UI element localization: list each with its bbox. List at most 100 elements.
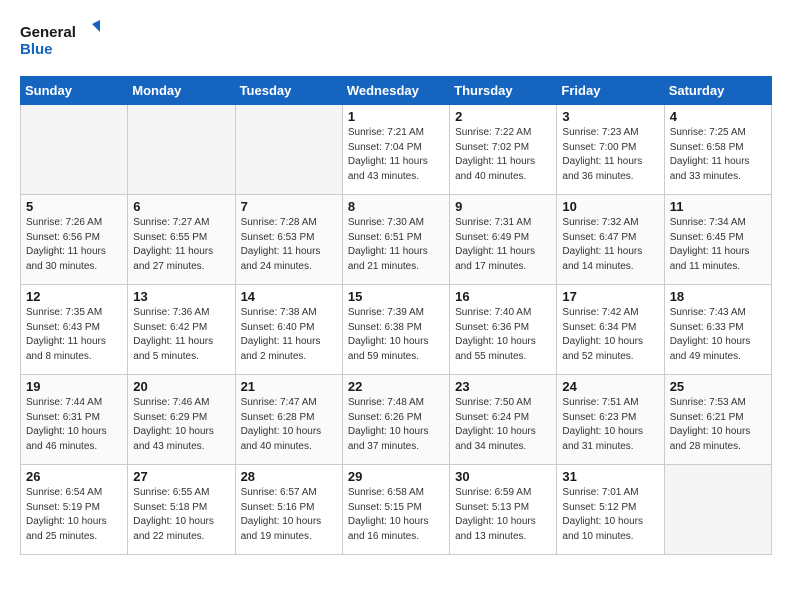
calendar-cell: 25 Sunrise: 7:53 AMSunset: 6:21 PMDayligh… [664, 375, 771, 465]
calendar-cell: 10 Sunrise: 7:32 AMSunset: 6:47 PMDayligh… [557, 195, 664, 285]
day-number: 8 [348, 199, 444, 214]
svg-text:Blue: Blue [20, 41, 53, 58]
svg-text:General: General [20, 24, 76, 41]
weekday-header: Sunday [21, 77, 128, 105]
day-info: Sunrise: 6:57 AMSunset: 5:16 PMDaylight:… [241, 486, 337, 544]
calendar-cell: 23 Sunrise: 7:50 AMSunset: 6:24 PMDayligh… [450, 375, 557, 465]
weekday-header-row: SundayMondayTuesdayWednesdayThursdayFrid… [21, 77, 772, 105]
calendar-cell: 20Sunrise: 7:46 AMSunset: 6:29 PMDayligh… [128, 375, 235, 465]
day-number: 15 [348, 289, 444, 304]
day-number: 4 [670, 109, 766, 124]
calendar-cell: 8 Sunrise: 7:30 AMSunset: 6:51 PMDaylight… [342, 195, 449, 285]
day-number: 24 [562, 379, 658, 394]
calendar-cell: 7 Sunrise: 7:28 AMSunset: 6:53 PMDaylight… [235, 195, 342, 285]
day-number: 6 [133, 199, 229, 214]
day-info: Sunrise: 7:36 AMSunset: 6:42 PMDaylight:… [133, 306, 229, 364]
day-info: Sunrise: 7:50 AMSunset: 6:24 PMDaylight:… [455, 396, 551, 454]
calendar-cell: 1 Sunrise: 7:21 AMSunset: 7:04 PMDaylight… [342, 105, 449, 195]
day-info: Sunrise: 7:43 AMSunset: 6:33 PMDaylight:… [670, 306, 766, 364]
day-number: 21 [241, 379, 337, 394]
day-info: Sunrise: 6:54 AMSunset: 5:19 PMDaylight:… [26, 486, 122, 544]
weekday-header: Saturday [664, 77, 771, 105]
calendar-cell: 3 Sunrise: 7:23 AMSunset: 7:00 PMDaylight… [557, 105, 664, 195]
calendar-cell: 30 Sunrise: 6:59 AMSunset: 5:13 PMDayligh… [450, 465, 557, 555]
calendar-table: SundayMondayTuesdayWednesdayThursdayFrid… [20, 76, 772, 555]
day-info: Sunrise: 7:42 AMSunset: 6:34 PMDaylight:… [562, 306, 658, 364]
day-info: Sunrise: 7:30 AMSunset: 6:51 PMDaylight:… [348, 216, 444, 274]
calendar-week-row: 1 Sunrise: 7:21 AMSunset: 7:04 PMDaylight… [21, 105, 772, 195]
day-info: Sunrise: 7:39 AMSunset: 6:38 PMDaylight:… [348, 306, 444, 364]
calendar-cell [21, 105, 128, 195]
day-number: 30 [455, 469, 551, 484]
day-info: Sunrise: 7:44 AMSunset: 6:31 PMDaylight:… [26, 396, 122, 454]
day-number: 25 [670, 379, 766, 394]
day-number: 27 [133, 469, 229, 484]
day-number: 13 [133, 289, 229, 304]
day-number: 3 [562, 109, 658, 124]
calendar-cell: 13 Sunrise: 7:36 AMSunset: 6:42 PMDayligh… [128, 285, 235, 375]
day-info: Sunrise: 7:21 AMSunset: 7:04 PMDaylight:… [348, 126, 444, 184]
weekday-header: Thursday [450, 77, 557, 105]
weekday-header: Friday [557, 77, 664, 105]
day-info: Sunrise: 7:35 AMSunset: 6:43 PMDaylight:… [26, 306, 122, 364]
calendar-cell: 9Sunrise: 7:31 AMSunset: 6:49 PMDaylight… [450, 195, 557, 285]
calendar-cell: 31 Sunrise: 7:01 AMSunset: 5:12 PMDayligh… [557, 465, 664, 555]
calendar-week-row: 12 Sunrise: 7:35 AMSunset: 6:43 PMDayligh… [21, 285, 772, 375]
calendar-cell: 12 Sunrise: 7:35 AMSunset: 6:43 PMDayligh… [21, 285, 128, 375]
weekday-header: Monday [128, 77, 235, 105]
calendar-cell: 4 Sunrise: 7:25 AMSunset: 6:58 PMDaylight… [664, 105, 771, 195]
day-number: 16 [455, 289, 551, 304]
day-info: Sunrise: 7:23 AMSunset: 7:00 PMDaylight:… [562, 126, 658, 184]
day-info: Sunrise: 7:25 AMSunset: 6:58 PMDaylight:… [670, 126, 766, 184]
day-info: Sunrise: 7:46 AMSunset: 6:29 PMDaylight:… [133, 396, 229, 454]
calendar-cell [664, 465, 771, 555]
day-info: Sunrise: 7:28 AMSunset: 6:53 PMDaylight:… [241, 216, 337, 274]
day-number: 10 [562, 199, 658, 214]
calendar-cell [235, 105, 342, 195]
day-info: Sunrise: 6:58 AMSunset: 5:15 PMDaylight:… [348, 486, 444, 544]
calendar-cell: 17 Sunrise: 7:42 AMSunset: 6:34 PMDayligh… [557, 285, 664, 375]
weekday-header: Wednesday [342, 77, 449, 105]
day-info: Sunrise: 7:48 AMSunset: 6:26 PMDaylight:… [348, 396, 444, 454]
day-info: Sunrise: 7:01 AMSunset: 5:12 PMDaylight:… [562, 486, 658, 544]
calendar-cell: 26 Sunrise: 6:54 AMSunset: 5:19 PMDayligh… [21, 465, 128, 555]
day-number: 22 [348, 379, 444, 394]
day-number: 26 [26, 469, 122, 484]
calendar-cell: 22 Sunrise: 7:48 AMSunset: 6:26 PMDayligh… [342, 375, 449, 465]
day-number: 18 [670, 289, 766, 304]
day-number: 19 [26, 379, 122, 394]
day-number: 23 [455, 379, 551, 394]
calendar-cell: 27 Sunrise: 6:55 AMSunset: 5:18 PMDayligh… [128, 465, 235, 555]
day-info: Sunrise: 6:55 AMSunset: 5:18 PMDaylight:… [133, 486, 229, 544]
weekday-header: Tuesday [235, 77, 342, 105]
day-number: 31 [562, 469, 658, 484]
calendar-week-row: 5Sunrise: 7:26 AMSunset: 6:56 PMDaylight… [21, 195, 772, 285]
day-number: 7 [241, 199, 337, 214]
day-info: Sunrise: 7:32 AMSunset: 6:47 PMDaylight:… [562, 216, 658, 274]
calendar-cell: 16Sunrise: 7:40 AMSunset: 6:36 PMDayligh… [450, 285, 557, 375]
day-number: 12 [26, 289, 122, 304]
day-number: 14 [241, 289, 337, 304]
calendar-cell [128, 105, 235, 195]
day-info: Sunrise: 7:22 AMSunset: 7:02 PMDaylight:… [455, 126, 551, 184]
calendar-cell: 11 Sunrise: 7:34 AMSunset: 6:45 PMDayligh… [664, 195, 771, 285]
day-info: Sunrise: 7:38 AMSunset: 6:40 PMDaylight:… [241, 306, 337, 364]
calendar-cell: 5Sunrise: 7:26 AMSunset: 6:56 PMDaylight… [21, 195, 128, 285]
day-number: 17 [562, 289, 658, 304]
day-info: Sunrise: 7:51 AMSunset: 6:23 PMDaylight:… [562, 396, 658, 454]
day-info: Sunrise: 7:53 AMSunset: 6:21 PMDaylight:… [670, 396, 766, 454]
day-info: Sunrise: 7:34 AMSunset: 6:45 PMDaylight:… [670, 216, 766, 274]
calendar-cell: 18 Sunrise: 7:43 AMSunset: 6:33 PMDayligh… [664, 285, 771, 375]
calendar-week-row: 19 Sunrise: 7:44 AMSunset: 6:31 PMDayligh… [21, 375, 772, 465]
day-info: Sunrise: 7:27 AMSunset: 6:55 PMDaylight:… [133, 216, 229, 274]
day-info: Sunrise: 6:59 AMSunset: 5:13 PMDaylight:… [455, 486, 551, 544]
day-info: Sunrise: 7:31 AMSunset: 6:49 PMDaylight:… [455, 216, 551, 274]
day-number: 1 [348, 109, 444, 124]
day-info: Sunrise: 7:47 AMSunset: 6:28 PMDaylight:… [241, 396, 337, 454]
day-number: 11 [670, 199, 766, 214]
calendar-cell: 19 Sunrise: 7:44 AMSunset: 6:31 PMDayligh… [21, 375, 128, 465]
calendar-cell: 28Sunrise: 6:57 AMSunset: 5:16 PMDayligh… [235, 465, 342, 555]
calendar-cell: 14 Sunrise: 7:38 AMSunset: 6:40 PMDayligh… [235, 285, 342, 375]
day-number: 2 [455, 109, 551, 124]
calendar-cell: 21 Sunrise: 7:47 AMSunset: 6:28 PMDayligh… [235, 375, 342, 465]
